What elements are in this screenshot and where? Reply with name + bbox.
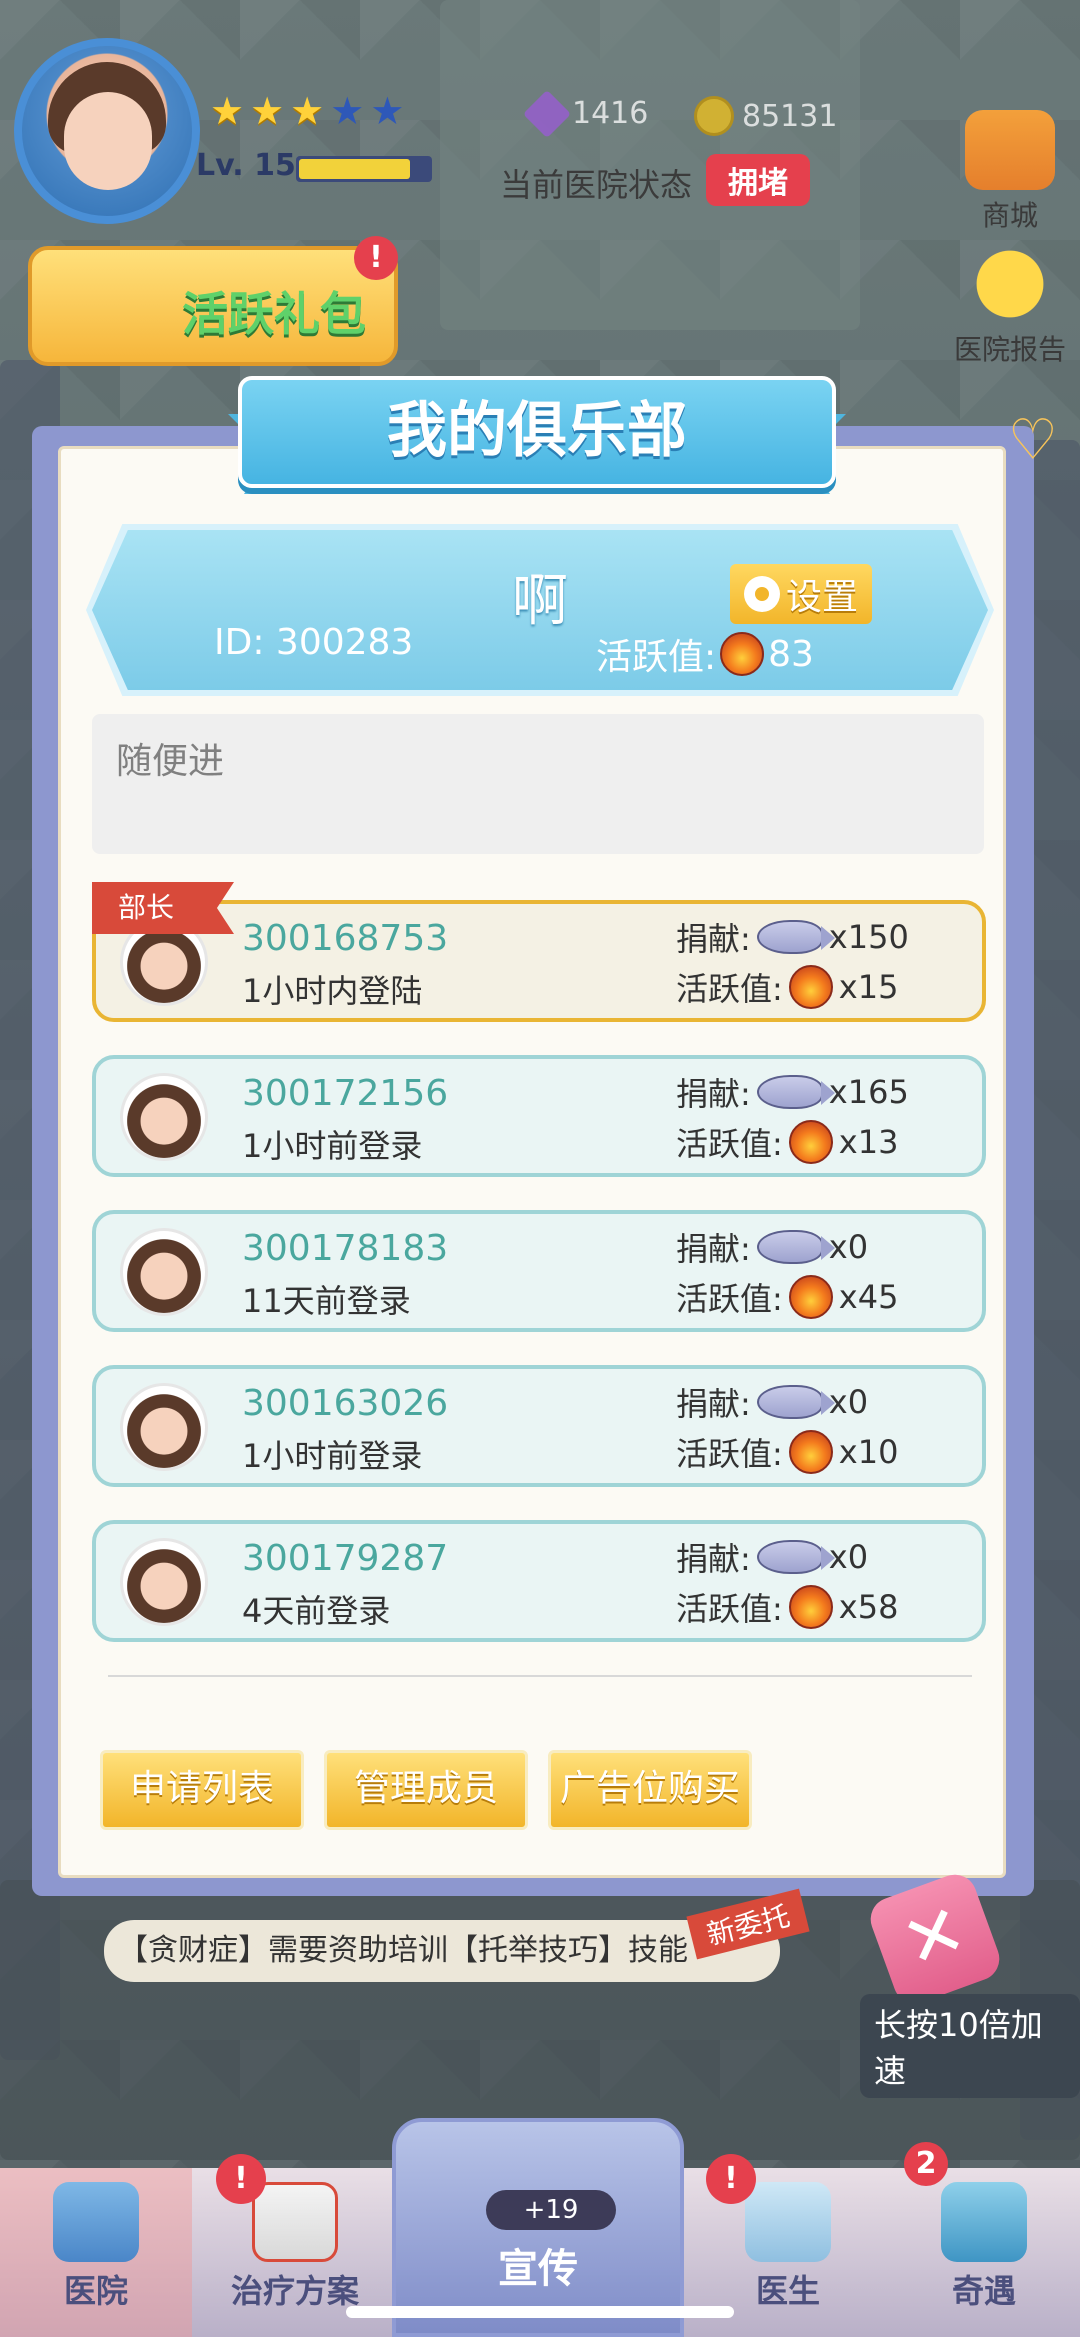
club-id: ID: 300283 bbox=[214, 622, 414, 663]
member-avatar[interactable] bbox=[120, 1538, 208, 1626]
home-indicator[interactable] bbox=[346, 2306, 734, 2318]
star-rating: ★ ★ ★ ★ ★ bbox=[210, 92, 404, 130]
level-label: Lv. 15 bbox=[196, 148, 296, 183]
fish-icon bbox=[756, 1075, 835, 1109]
nav-hospital[interactable]: 医院 bbox=[0, 2168, 192, 2337]
member-id: 300168753 bbox=[242, 918, 449, 959]
member-activity: 活跃值: x58 bbox=[676, 1584, 898, 1630]
star-icon: ★ bbox=[250, 89, 285, 133]
member-id: 300179287 bbox=[242, 1538, 449, 1579]
treatment-alert-badge: ! bbox=[216, 2154, 266, 2204]
member-activity: 活跃值: x10 bbox=[676, 1429, 898, 1475]
modal-title: 我的俱乐部 bbox=[238, 376, 836, 488]
ad-purchase-button[interactable]: 广告位购买 bbox=[548, 1750, 752, 1830]
member-login-time: 1小时内登陆 bbox=[242, 972, 423, 1010]
doctor-icon bbox=[745, 2182, 831, 2262]
member-avatar[interactable] bbox=[120, 1073, 208, 1161]
fire-icon bbox=[788, 1120, 833, 1164]
member-id: 300163026 bbox=[242, 1383, 449, 1424]
club-description: 随便进 bbox=[92, 714, 984, 854]
member-login-time: 1小时前登录 bbox=[242, 1437, 423, 1475]
player-avatar[interactable] bbox=[14, 38, 200, 224]
medkit-icon bbox=[252, 2182, 338, 2262]
divider bbox=[108, 1675, 972, 1677]
fish-icon bbox=[756, 920, 835, 954]
fire-icon bbox=[788, 1275, 833, 1319]
heart-icon: ♡ bbox=[1007, 408, 1058, 473]
star-icon: ★ bbox=[290, 89, 325, 133]
gift-pack-button[interactable]: 活跃礼包 ! bbox=[28, 236, 398, 366]
member-login-time: 11天前登录 bbox=[242, 1282, 411, 1320]
member-row[interactable]: 300168753 1小时内登陆 捐献: x150 活跃值: x15 bbox=[92, 900, 986, 1022]
fish-icon bbox=[756, 1385, 835, 1419]
fire-icon bbox=[788, 1585, 833, 1629]
star-icon: ★ bbox=[210, 89, 245, 133]
speed-label: 长按10倍加速 bbox=[860, 1994, 1080, 2098]
member-row[interactable]: 300178183 11天前登录 捐献: x0 活跃值: x45 bbox=[92, 1210, 986, 1332]
promo-label: 宣传 bbox=[498, 2246, 578, 2292]
shop-button[interactable]: 商城 bbox=[950, 110, 1070, 234]
shop-icon bbox=[965, 110, 1055, 190]
member-donation: 捐献: x0 bbox=[676, 1383, 869, 1423]
manage-members-button[interactable]: 管理成员 bbox=[324, 1750, 528, 1830]
fire-icon bbox=[788, 965, 833, 1009]
encounter-badge: 2 bbox=[904, 2142, 948, 2186]
doctor-alert-badge: ! bbox=[706, 2154, 756, 2204]
member-row[interactable]: 300172156 1小时前登录 捐献: x165 活跃值: x13 bbox=[92, 1055, 986, 1177]
coin-icon bbox=[694, 96, 734, 136]
member-donation: 捐献: x150 bbox=[676, 918, 909, 958]
level-progress-bar bbox=[296, 156, 432, 182]
gift-pack-label: 活跃礼包 bbox=[182, 287, 366, 341]
member-activity: 活跃值: x13 bbox=[676, 1119, 898, 1165]
notice-bar[interactable]: 【贪财症】需要资助培训【托举技巧】技能 bbox=[104, 1920, 780, 1982]
gift-alert-badge: ! bbox=[354, 236, 398, 280]
star-icon: ★ bbox=[370, 89, 405, 133]
member-login-time: 1小时前登录 bbox=[242, 1127, 423, 1165]
member-row[interactable]: 300179287 4天前登录 捐献: x0 活跃值: x58 bbox=[92, 1520, 986, 1642]
member-donation: 捐献: x0 bbox=[676, 1538, 869, 1578]
club-name: 啊 bbox=[512, 569, 568, 634]
nav-encounter[interactable]: 奇遇 bbox=[888, 2168, 1080, 2337]
member-activity: 活跃值: x15 bbox=[676, 964, 898, 1010]
member-id: 300172156 bbox=[242, 1073, 449, 1114]
leader-tag: 部长 bbox=[92, 882, 234, 934]
member-donation: 捐献: x0 bbox=[676, 1228, 869, 1268]
member-avatar[interactable] bbox=[120, 1383, 208, 1471]
promo-count: +19 bbox=[486, 2190, 616, 2230]
fire-icon bbox=[720, 632, 765, 676]
gem-icon bbox=[522, 89, 572, 138]
fire-icon bbox=[788, 1430, 833, 1474]
club-activity: 活跃值: 83 bbox=[596, 632, 814, 678]
hospital-icon bbox=[53, 2182, 139, 2262]
member-activity: 活跃值: x45 bbox=[676, 1274, 898, 1320]
gem-counter: 1416 bbox=[522, 89, 648, 138]
member-login-time: 4天前登录 bbox=[242, 1592, 391, 1630]
member-donation: 捐献: x165 bbox=[676, 1073, 909, 1113]
hospital-report-button[interactable]: 医院报告 bbox=[950, 244, 1070, 368]
building-icon bbox=[941, 2182, 1027, 2262]
member-row[interactable]: 300163026 1小时前登录 捐献: x0 活跃值: x10 bbox=[92, 1365, 986, 1487]
coin-counter: 85131 bbox=[694, 96, 837, 136]
star-icon: ★ bbox=[330, 89, 365, 133]
report-emoji-icon bbox=[965, 244, 1055, 324]
fish-icon bbox=[756, 1230, 835, 1264]
settings-button[interactable]: 设置 bbox=[730, 564, 872, 624]
member-id: 300178183 bbox=[242, 1228, 449, 1269]
fish-icon bbox=[756, 1540, 835, 1574]
apply-list-button[interactable]: 申请列表 bbox=[100, 1750, 304, 1830]
hospital-status-badge: 拥堵 bbox=[706, 154, 810, 206]
member-avatar[interactable] bbox=[120, 1228, 208, 1316]
hospital-status-label: 当前医院状态 bbox=[500, 166, 693, 204]
gear-icon bbox=[743, 576, 780, 612]
